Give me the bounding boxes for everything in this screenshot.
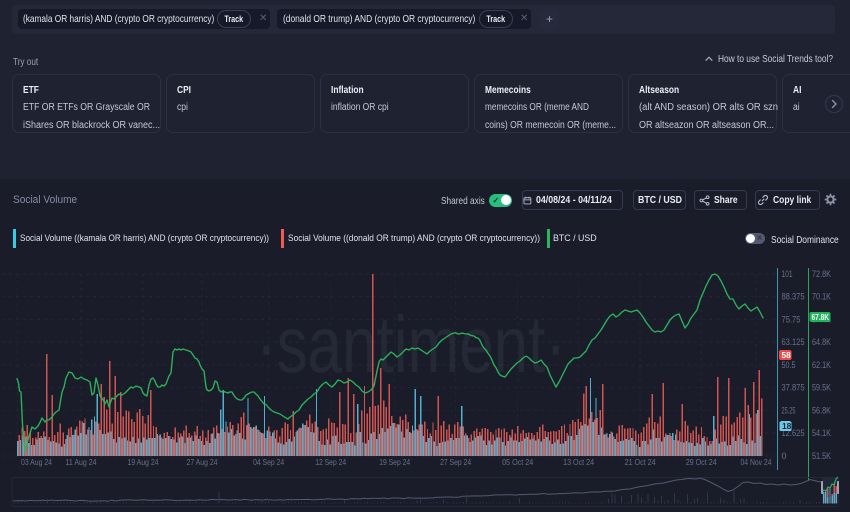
svg-text:03 Aug 24: 03 Aug 24 bbox=[21, 457, 52, 467]
svg-text:04 Sep 24: 04 Sep 24 bbox=[253, 457, 284, 467]
svg-text:54.1K: 54.1K bbox=[812, 428, 831, 438]
svg-text:51.5K: 51.5K bbox=[812, 451, 831, 461]
svg-text:21 Oct 24: 21 Oct 24 bbox=[625, 457, 656, 467]
svg-text:56.8K: 56.8K bbox=[812, 405, 831, 415]
svg-text:64.8K: 64.8K bbox=[812, 337, 831, 347]
svg-text:·santiment·: ·santiment· bbox=[256, 300, 566, 389]
svg-text:50.5: 50.5 bbox=[782, 360, 796, 370]
svg-text:62.1K: 62.1K bbox=[812, 360, 831, 370]
svg-text:29 Oct 24: 29 Oct 24 bbox=[686, 457, 717, 467]
svg-text:04 Nov 24: 04 Nov 24 bbox=[741, 457, 772, 467]
svg-text:13 Oct 24: 13 Oct 24 bbox=[563, 457, 594, 467]
svg-text:05 Oct 24: 05 Oct 24 bbox=[502, 457, 533, 467]
svg-text:27 Aug 24: 27 Aug 24 bbox=[187, 457, 218, 467]
svg-text:11 Aug 24: 11 Aug 24 bbox=[66, 457, 97, 467]
svg-text:75.75: 75.75 bbox=[782, 314, 801, 324]
svg-text:0: 0 bbox=[782, 451, 787, 461]
svg-text:63.125: 63.125 bbox=[782, 337, 805, 347]
svg-text:19 Aug 24: 19 Aug 24 bbox=[128, 457, 159, 467]
svg-text:70.1K: 70.1K bbox=[812, 292, 831, 302]
svg-text:27 Sep 24: 27 Sep 24 bbox=[440, 457, 471, 467]
svg-text:37.875: 37.875 bbox=[782, 383, 805, 393]
svg-text:88.375: 88.375 bbox=[782, 292, 805, 302]
svg-text:72.8K: 72.8K bbox=[812, 269, 831, 279]
svg-text:18: 18 bbox=[782, 421, 792, 431]
svg-text:59.5K: 59.5K bbox=[812, 383, 831, 393]
svg-text:58: 58 bbox=[782, 350, 792, 360]
svg-text:12 Sep 24: 12 Sep 24 bbox=[315, 457, 346, 467]
svg-text:101: 101 bbox=[782, 269, 793, 279]
svg-text:25.25: 25.25 bbox=[782, 405, 796, 415]
svg-text:19 Sep 24: 19 Sep 24 bbox=[379, 457, 410, 467]
svg-text:67.8K: 67.8K bbox=[812, 312, 830, 322]
